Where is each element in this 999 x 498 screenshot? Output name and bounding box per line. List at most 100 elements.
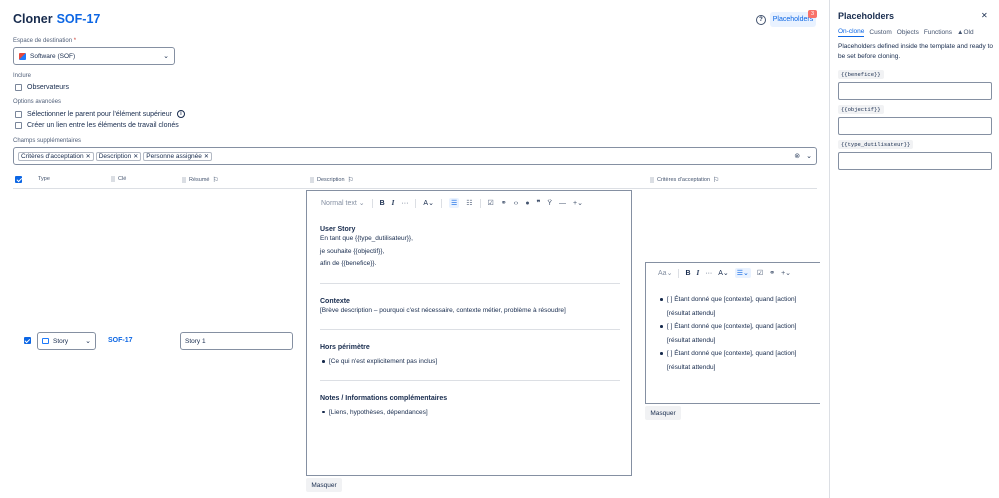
placeholder-name: {{type_dutilisateur}} (838, 140, 914, 149)
drag-handle-icon[interactable] (650, 177, 654, 183)
destination-value: Software (SOF) (30, 52, 76, 60)
template-icon[interactable]: ⚐ (713, 176, 719, 184)
remove-chip-icon[interactable]: ✕ (133, 153, 138, 160)
list-item: [Ce qui n'est explicitement pas inclus] (320, 355, 620, 369)
list-item: [ ] Étant donné que [contexte], quand [a… (658, 320, 821, 347)
summary-input[interactable]: Story 1 (180, 332, 293, 350)
link-icon[interactable]: ⚭ (501, 199, 507, 207)
checkbox-icon[interactable]: ☑ (757, 269, 763, 277)
placeholders-count-badge: 3 (808, 10, 817, 18)
description-editor[interactable]: Normal text ⌄ B I ··· A⌄ ☰ ☷ ☑ ⚭ ‹› ● ❞ … (306, 190, 632, 476)
chip-assignee: Personne assignée ✕ (143, 151, 212, 161)
template-icon[interactable]: ⚐ (212, 176, 218, 184)
col-summary: Résumé ⚐ (182, 176, 219, 184)
tab-objects[interactable]: Objects (897, 29, 919, 36)
placeholder-item: {{benefice}} (838, 70, 992, 100)
title-prefix: Cloner (13, 12, 53, 26)
extra-fields-multiselect[interactable]: Critères d'acceptation ✕ Description ✕ Per… (13, 147, 817, 165)
info-panel-icon[interactable]: ● (525, 200, 529, 207)
placeholder-input-benefice[interactable] (838, 82, 992, 100)
select-parent-label: Sélectionner le parent pour l'élément su… (27, 110, 172, 118)
chip-description: Description ✕ (95, 151, 142, 161)
destination-label: Espace de destination * (13, 38, 77, 44)
row-checkbox[interactable] (23, 337, 31, 344)
create-link-option[interactable]: Créer un lien entre les éléments de trav… (15, 122, 179, 129)
destination-select[interactable]: Software (SOF) ⌄ (13, 47, 175, 65)
create-link-checkbox[interactable] (15, 122, 22, 129)
observers-option[interactable]: Observateurs (15, 84, 69, 91)
clear-icon[interactable]: ⊗ (794, 152, 800, 160)
quote-icon[interactable]: ❞ (537, 199, 541, 207)
chevron-down-icon[interactable]: ⌄ (806, 152, 812, 160)
code-icon[interactable]: ‹› (514, 200, 519, 207)
text-style-select[interactable]: Aa⌄ (658, 269, 672, 277)
drag-handle-icon[interactable] (182, 177, 186, 183)
bullet-list-icon[interactable]: ☰⌄ (734, 268, 751, 278)
more-formatting-icon[interactable]: ··· (705, 270, 712, 277)
hide-description-button[interactable]: Masquer (306, 478, 342, 492)
title-issue-key[interactable]: SOF-17 (57, 12, 101, 26)
chip-criteria: Critères d'acceptation ✕ (18, 151, 94, 161)
table-header-divider (13, 188, 817, 189)
more-formatting-icon[interactable]: ··· (401, 200, 408, 207)
extra-fields-label: Champs supplémentaires (13, 138, 82, 144)
bold-icon[interactable]: B (380, 200, 385, 207)
hide-criteria-button[interactable]: Masquer (645, 406, 681, 420)
user-story-line: En tant que {{type_dutilisateur}}, (320, 235, 413, 242)
heading-contexte: Contexte (320, 297, 350, 305)
create-link-label: Créer un lien entre les éléments de trav… (27, 122, 179, 129)
divider (320, 282, 620, 284)
remove-chip-icon[interactable]: ✕ (86, 153, 91, 160)
checkbox-icon[interactable]: ☑ (488, 199, 494, 207)
link-icon[interactable]: ⚭ (769, 269, 775, 277)
observers-checkbox[interactable] (15, 84, 22, 91)
col-type: Type (38, 176, 50, 182)
clone-dialog: Cloner SOF-17 ? Placeholders 3 Espace de… (0, 0, 999, 498)
italic-icon[interactable]: I (392, 199, 395, 207)
tab-custom[interactable]: Custom (869, 29, 891, 36)
insert-icon[interactable]: +⌄ (573, 199, 583, 207)
advanced-options-label: Options avancées (13, 99, 62, 105)
text-style-select[interactable]: Normal text ⌄ (321, 199, 365, 207)
project-icon (19, 52, 26, 60)
bold-icon[interactable]: B (685, 270, 690, 277)
numbered-list-icon[interactable]: ☷ (466, 199, 472, 207)
text-color-icon[interactable]: A⌄ (718, 269, 729, 277)
editor-content: User Story En tant que {{type_dutilisate… (320, 226, 620, 419)
select-parent-checkbox[interactable] (15, 110, 22, 118)
divider-icon[interactable]: — (559, 200, 566, 207)
text-color-icon[interactable]: A⌄ (423, 199, 434, 207)
tab-on-clone[interactable]: On-clone (838, 28, 865, 37)
select-parent-option[interactable]: Sélectionner le parent pour l'élément su… (15, 110, 185, 118)
placeholder-input-objectif[interactable] (838, 117, 992, 135)
tab-old[interactable]: ▲Old (957, 29, 974, 36)
placeholder-item: {{type_dutilisateur}} (838, 140, 992, 170)
placeholder-input-type-dutilisateur[interactable] (838, 152, 992, 170)
drag-handle-icon[interactable] (111, 176, 115, 182)
info-icon[interactable]: i (176, 110, 185, 118)
insert-icon[interactable]: +⌄ (781, 269, 791, 277)
list-item: [Liens, hypothèses, dépendances] (320, 406, 620, 420)
divider (320, 379, 620, 381)
panel-title: Placeholders (838, 11, 895, 21)
heading-notes: Notes / Informations complémentaires (320, 394, 448, 402)
help-icon[interactable]: ? (756, 15, 766, 25)
placeholder-item: {{objectif}} (838, 105, 992, 135)
criteria-editor[interactable]: Aa⌄ B I ··· A⌄ ☰⌄ ☑ ⚭ +⌄ [ ] Étant donné… (645, 262, 820, 404)
close-icon[interactable]: ✕ (981, 11, 988, 20)
help-icon-glyph: ? (759, 17, 763, 23)
tab-functions[interactable]: Functions (924, 29, 952, 36)
criteria-toolbar: Aa⌄ B I ··· A⌄ ☰⌄ ☑ ⚭ +⌄ (658, 268, 791, 278)
panel-description: Placeholders defined inside the template… (838, 43, 994, 60)
row-issue-key[interactable]: SOF-17 (108, 337, 133, 344)
bullet-list-icon[interactable]: ☰ (448, 198, 460, 208)
select-all-checkbox[interactable] (15, 176, 22, 183)
expand-icon[interactable]: Ÿ (547, 200, 552, 207)
chevron-down-icon: ⌄ (163, 53, 169, 60)
template-icon[interactable]: ⚐ (348, 176, 354, 184)
drag-handle-icon[interactable] (310, 177, 314, 183)
type-select[interactable]: Story ⌄ (37, 332, 96, 350)
italic-icon[interactable]: I (697, 269, 700, 277)
remove-chip-icon[interactable]: ✕ (204, 153, 209, 160)
user-story-line: afin de {{benefice}}. (320, 260, 377, 267)
